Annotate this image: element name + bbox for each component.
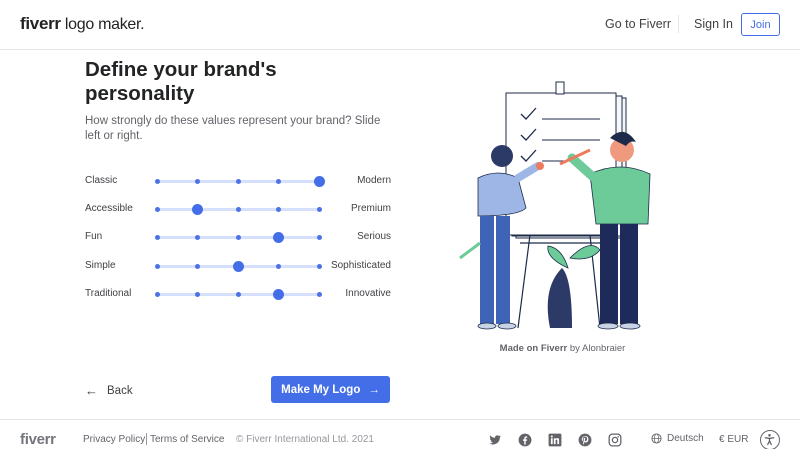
footer-divider: [146, 433, 147, 445]
slider-tick[interactable]: [154, 234, 160, 240]
privacy-policy-link[interactable]: Privacy Policy: [83, 434, 145, 445]
slider-tick[interactable]: [154, 263, 160, 269]
page-subtitle: How strongly do these values represent y…: [85, 115, 381, 142]
slider-tick[interactable]: [235, 206, 241, 212]
language-selector[interactable]: Deutsch: [651, 433, 704, 444]
slider-right-label: Innovative: [345, 288, 391, 299]
back-button[interactable]: ← Back: [85, 383, 133, 398]
slider-tick[interactable]: [316, 263, 322, 269]
back-label: Back: [107, 384, 133, 397]
slider-left-label: Simple: [85, 260, 116, 271]
slider-accessible-premium[interactable]: Accessible Premium: [85, 199, 391, 219]
top-header: fiverr logo maker. Go to Fiverr Sign In …: [0, 0, 800, 50]
slider-tick[interactable]: [316, 291, 322, 297]
arrow-right-icon: →: [368, 383, 380, 396]
facebook-icon[interactable]: [518, 433, 532, 447]
currency-selector[interactable]: € EUR: [719, 434, 748, 445]
footer-fiverr-logo[interactable]: fiverr: [20, 431, 56, 448]
slider-tick[interactable]: [195, 234, 200, 240]
credit-suffix: by Alonbraier: [567, 343, 626, 354]
slider-thumb[interactable]: [232, 260, 244, 272]
instagram-icon[interactable]: [608, 433, 622, 447]
go-to-fiverr-link[interactable]: Go to Fiverr: [605, 17, 671, 31]
brainstorm-illustration: [459, 81, 651, 330]
slider-tick[interactable]: [235, 178, 241, 184]
pinterest-icon[interactable]: [578, 433, 592, 447]
page-footer: fiverr Privacy Policy Terms of Service ©…: [0, 419, 800, 449]
twitter-icon[interactable]: [488, 433, 502, 447]
fiverr-logo-maker-logo[interactable]: fiverr logo maker.: [20, 14, 145, 34]
accessibility-figure: [764, 433, 775, 446]
page-title: Define your brand's personality: [85, 58, 277, 105]
slider-right-label: Modern: [357, 175, 391, 186]
join-button[interactable]: Join: [741, 13, 780, 36]
slider-tick[interactable]: [195, 291, 200, 297]
sign-in-link[interactable]: Sign In: [694, 17, 733, 31]
language-label: Deutsch: [667, 433, 704, 444]
slider-left-label: Accessible: [85, 203, 133, 214]
slider-tick[interactable]: [154, 178, 160, 184]
make-my-logo-label: Make My Logo: [281, 383, 361, 396]
slider-thumb[interactable]: [273, 231, 284, 243]
slider-tick[interactable]: [316, 234, 322, 240]
slider-tick[interactable]: [235, 234, 241, 240]
slider-tick[interactable]: [154, 206, 160, 212]
slider-left-label: Classic: [85, 175, 118, 186]
slider-classic-modern[interactable]: Classic Modern: [85, 171, 391, 191]
slider-right-label: Premium: [350, 203, 391, 214]
slider-tick[interactable]: [235, 291, 241, 297]
slider-tick[interactable]: [154, 291, 160, 297]
nav-divider: [678, 15, 679, 33]
make-my-logo-button[interactable]: Make My Logo →: [271, 376, 390, 403]
slider-left-label: Traditional: [85, 288, 132, 299]
slider-traditional-innovative[interactable]: Traditional Innovative: [85, 284, 391, 304]
slider-tick[interactable]: [195, 178, 200, 184]
globe-icon: [651, 433, 662, 444]
credit-prefix: Made on Fiverr: [499, 343, 568, 354]
slider-tick[interactable]: [316, 206, 322, 212]
terms-of-service-link[interactable]: Terms of Service: [150, 434, 224, 445]
slider-fun-serious[interactable]: Fun Serious: [85, 227, 391, 247]
illustration-credit: Made on Fiverr by Alonbraier: [450, 343, 675, 354]
arrow-left-icon: ←: [85, 383, 98, 398]
slider-tick[interactable]: [276, 178, 281, 184]
slider-left-label: Fun: [85, 231, 103, 242]
slider-tick[interactable]: [195, 263, 200, 269]
slider-thumb[interactable]: [273, 288, 284, 300]
slider-tick[interactable]: [276, 206, 281, 212]
linkedin-icon[interactable]: [548, 433, 562, 447]
slider-simple-sophisticated[interactable]: Simple Sophisticated: [85, 256, 391, 276]
accessibility-icon[interactable]: [760, 430, 780, 449]
slider-tick[interactable]: [276, 263, 281, 269]
slider-thumb[interactable]: [192, 203, 203, 215]
slider-thumb[interactable]: [313, 175, 325, 187]
slider-right-label: Serious: [357, 231, 391, 242]
slider-right-label: Sophisticated: [330, 260, 391, 271]
hero-illustration: [450, 78, 675, 338]
copyright-text: © Fiverr International Ltd. 2021: [236, 434, 374, 445]
